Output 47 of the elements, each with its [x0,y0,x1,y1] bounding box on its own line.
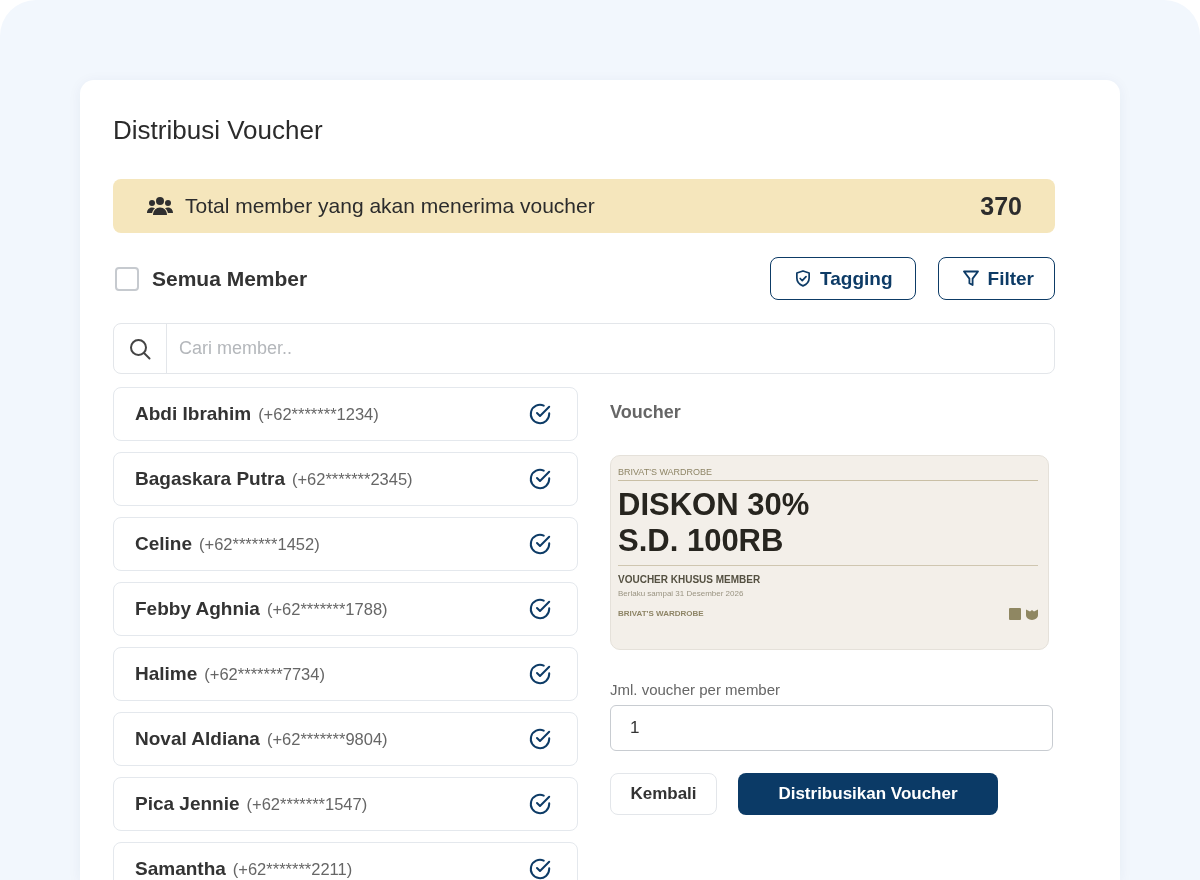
member-item[interactable]: Samantha (+62*******2211) [113,842,578,880]
voucher-subtitle: VOUCHER KHUSUS MEMBER [618,574,762,586]
filter-icon [962,270,979,287]
voucher-heading: Voucher [610,401,681,423]
member-name: Noval Aldiana [135,728,260,750]
member-phone: (+62*******1788) [266,599,388,619]
tagging-button[interactable]: Tagging [770,257,916,300]
member-total-label: Total member yang akan menerima voucher [185,194,595,218]
voucher-validity: Berlaku sampai 31 Desember 2026 [618,589,745,599]
member-phone: (+62*******1547) [246,794,368,814]
back-button[interactable]: Kembali [610,773,717,815]
member-phone: (+62*******7734) [204,664,325,684]
select-all-checkbox[interactable] [115,266,139,291]
member-name: Halime [135,663,198,685]
page-title: Distribusi Voucher [113,114,323,146]
filter-button[interactable]: Filter [937,257,1055,300]
member-name: Abdi Ibrahim [135,403,252,425]
square-icon [1009,608,1021,620]
quantity-input[interactable]: 1 [610,705,1053,751]
select-all-label: Semua Member [152,266,308,291]
people-icon [147,196,173,216]
search-icon [129,337,151,360]
member-item[interactable]: Halime (+62*******7734) [113,647,578,701]
member-phone: (+62*******1234) [258,404,379,424]
member-total-count: 370 [980,191,1022,221]
voucher-discount-headline: DISKON 30% S.D. 100RB [618,487,1038,566]
member-name: Celine [135,533,193,555]
member-phone: (+62*******2345) [291,469,413,489]
member-item[interactable]: Celine (+62*******1452) [113,517,578,571]
member-item[interactable]: Febby Aghnia (+62*******1788) [113,582,578,636]
member-item[interactable]: Pica Jennie (+62*******1547) [113,777,578,831]
member-phone: (+62*******9804) [266,729,388,749]
member-name: Bagaskara Putra [135,468,285,490]
shield-check-icon [795,270,812,287]
quantity-label: Jml. voucher per member [610,681,781,699]
member-phone: (+62*******2211) [232,859,353,879]
shield-icon [1026,608,1038,620]
member-item[interactable]: Bagaskara Putra (+62*******2345) [113,452,578,506]
member-name: Febby Aghnia [135,598,260,620]
member-phone: (+62*******1452) [199,534,320,554]
member-name: Samantha [135,858,226,880]
voucher-brand: BRIVAT'S WARDROBE [618,609,704,619]
distribute-button[interactable]: Distribusikan Voucher [738,773,998,815]
member-name: Pica Jennie [135,793,240,815]
member-item[interactable]: Noval Aldiana (+62*******9804) [113,712,578,766]
voucher-brand: BRIVAT'S WARDROBE [618,467,1038,481]
member-item[interactable]: Abdi Ibrahim (+62*******1234) [113,387,578,441]
